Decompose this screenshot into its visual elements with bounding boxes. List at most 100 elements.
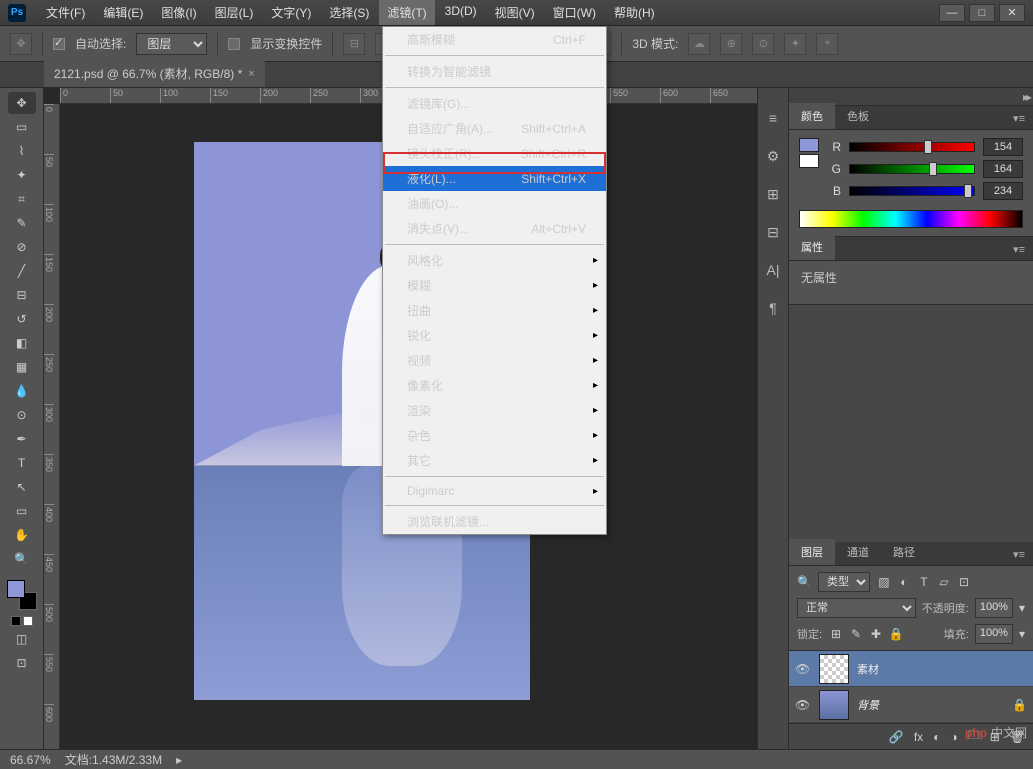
default-colors-icon[interactable] — [11, 616, 21, 626]
menu-layer[interactable]: 图层(L) — [207, 0, 262, 25]
lasso-tool-icon[interactable]: ⌇ — [8, 140, 36, 162]
g-value[interactable]: 164 — [983, 160, 1023, 178]
b-slider[interactable] — [849, 186, 975, 196]
layers-tab[interactable]: 图层 — [789, 539, 835, 565]
type-panel-icon[interactable]: A| — [763, 260, 783, 280]
document-tab-close-icon[interactable]: × — [248, 68, 254, 80]
menu-item-video[interactable]: 视频 — [383, 348, 606, 373]
adjustment-icon[interactable]: ◑ — [950, 730, 957, 744]
move-tool-preset-icon[interactable]: ✥ — [10, 33, 32, 55]
3d-icon[interactable]: ✦ — [784, 33, 806, 55]
lock-transparent-icon[interactable]: ⊞ — [828, 627, 844, 641]
3d-icon[interactable]: ⌖ — [816, 33, 838, 55]
color-swatch[interactable] — [7, 580, 37, 610]
menu-item-oil-paint[interactable]: 油画(O)... — [383, 191, 606, 216]
paths-tab[interactable]: 路径 — [881, 539, 927, 565]
opacity-field[interactable]: 100% — [975, 598, 1013, 618]
blur-tool-icon[interactable]: 💧 — [8, 380, 36, 402]
g-slider[interactable] — [849, 164, 975, 174]
layer-row[interactable]: 👁 素材 — [789, 651, 1033, 687]
filter-adjust-icon[interactable]: ◐ — [896, 575, 912, 589]
gradient-tool-icon[interactable]: ▦ — [8, 356, 36, 378]
menu-item-stylize[interactable]: 风格化 — [383, 248, 606, 273]
b-value[interactable]: 234 — [983, 182, 1023, 200]
menu-file[interactable]: 文件(F) — [38, 0, 93, 25]
layer-thumbnail[interactable] — [819, 654, 849, 684]
fg-color-swatch[interactable] — [799, 138, 819, 152]
menu-3d[interactable]: 3D(D) — [437, 0, 485, 25]
filter-type-icon[interactable]: T — [916, 575, 932, 589]
swatches-tab[interactable]: 色板 — [835, 103, 881, 129]
layer-name[interactable]: 背景 — [857, 697, 879, 713]
window-maximize-button[interactable]: □ — [969, 4, 995, 22]
lock-position-icon[interactable]: ✚ — [868, 627, 884, 641]
menu-item-last-filter[interactable]: 高斯模糊Ctrl+F — [383, 27, 606, 52]
paragraph-panel-icon[interactable]: ⊟ — [763, 222, 783, 242]
zoom-tool-icon[interactable]: 🔍 — [8, 548, 36, 570]
window-close-button[interactable]: ✕ — [999, 4, 1025, 22]
menu-select[interactable]: 选择(S) — [321, 0, 377, 25]
menu-type[interactable]: 文字(Y) — [263, 0, 319, 25]
hand-tool-icon[interactable]: ✋ — [8, 524, 36, 546]
channels-tab[interactable]: 通道 — [835, 539, 881, 565]
status-arrow-icon[interactable]: ▸ — [176, 753, 182, 767]
filter-smart-icon[interactable]: ⊡ — [956, 575, 972, 589]
spectrum-ramp[interactable] — [799, 210, 1023, 228]
screenmode-icon[interactable]: ⊡ — [8, 652, 36, 674]
history-panel-icon[interactable]: ≡ — [763, 108, 783, 128]
lock-pixels-icon[interactable]: ✎ — [848, 627, 864, 641]
menu-edit[interactable]: 编辑(E) — [95, 0, 151, 25]
menu-item-liquify[interactable]: 液化(L)...Shift+Ctrl+X — [383, 166, 606, 191]
layer-row[interactable]: 👁 背景 🔒 — [789, 687, 1033, 723]
filter-pixel-icon[interactable]: ▨ — [876, 575, 892, 589]
actions-panel-icon[interactable]: ⚙ — [763, 146, 783, 166]
3d-icon[interactable]: ⊕ — [720, 33, 742, 55]
menu-item-browse-online[interactable]: 浏览联机滤镜... — [383, 509, 606, 534]
menu-item-adaptive-wide[interactable]: 自适应广角(A)...Shift+Ctrl+A — [383, 116, 606, 141]
character-panel-icon[interactable]: ⊞ — [763, 184, 783, 204]
menu-help[interactable]: 帮助(H) — [606, 0, 663, 25]
fx-icon[interactable]: fx — [914, 730, 923, 744]
menu-item-render[interactable]: 渲染 — [383, 398, 606, 423]
swap-colors-icon[interactable] — [23, 616, 33, 626]
fill-field[interactable]: 100% — [975, 624, 1013, 644]
panel-menu-icon[interactable]: ▾≡ — [1005, 108, 1033, 129]
menu-item-other[interactable]: 其它 — [383, 448, 606, 473]
quickmask-icon[interactable]: ◫ — [8, 628, 36, 650]
menu-window[interactable]: 窗口(W) — [545, 0, 604, 25]
menu-item-noise[interactable]: 杂色 — [383, 423, 606, 448]
visibility-icon[interactable]: 👁 — [795, 662, 811, 676]
move-tool-icon[interactable]: ✥ — [8, 92, 36, 114]
layer-name[interactable]: 素材 — [857, 661, 879, 677]
menu-filter[interactable]: 滤镜(T) — [379, 0, 434, 25]
shape-tool-icon[interactable]: ▭ — [8, 500, 36, 522]
menu-item-smart-filter[interactable]: 转换为智能滤镜 — [383, 59, 606, 84]
auto-select-checkbox[interactable] — [53, 38, 65, 50]
window-minimize-button[interactable]: — — [939, 4, 965, 22]
zoom-level[interactable]: 66.67% — [10, 753, 51, 767]
dodge-tool-icon[interactable]: ⊙ — [8, 404, 36, 426]
lock-all-icon[interactable]: 🔒 — [888, 627, 904, 641]
color-tab[interactable]: 颜色 — [789, 103, 835, 129]
menu-item-filter-gallery[interactable]: 滤镜库(G)... — [383, 91, 606, 116]
bg-color-swatch[interactable] — [799, 154, 819, 168]
menu-item-blur[interactable]: 模糊 — [383, 273, 606, 298]
path-select-tool-icon[interactable]: ↖ — [8, 476, 36, 498]
menu-item-lens-correction[interactable]: 镜头校正(R)...Shift+Ctrl+R — [383, 141, 606, 166]
panel-collapse-icon[interactable]: ▸▸ — [1023, 90, 1029, 104]
menu-item-sharpen[interactable]: 锐化 — [383, 323, 606, 348]
visibility-icon[interactable]: 👁 — [795, 698, 811, 712]
blend-mode-dropdown[interactable]: 正常 — [797, 598, 916, 618]
3d-icon[interactable]: ☁ — [688, 33, 710, 55]
panel-menu-icon[interactable]: ▾≡ — [1005, 544, 1033, 565]
type-tool-icon[interactable]: T — [8, 452, 36, 474]
menu-item-pixelate[interactable]: 像素化 — [383, 373, 606, 398]
menu-view[interactable]: 视图(V) — [487, 0, 543, 25]
link-layers-icon[interactable]: 🔗 — [889, 730, 904, 744]
clone-stamp-tool-icon[interactable]: ⊟ — [8, 284, 36, 306]
auto-select-dropdown[interactable]: 图层 — [136, 33, 207, 55]
search-icon[interactable]: 🔍 — [797, 575, 812, 589]
pen-tool-icon[interactable]: ✒ — [8, 428, 36, 450]
r-value[interactable]: 154 — [983, 138, 1023, 156]
menu-image[interactable]: 图像(I) — [153, 0, 204, 25]
